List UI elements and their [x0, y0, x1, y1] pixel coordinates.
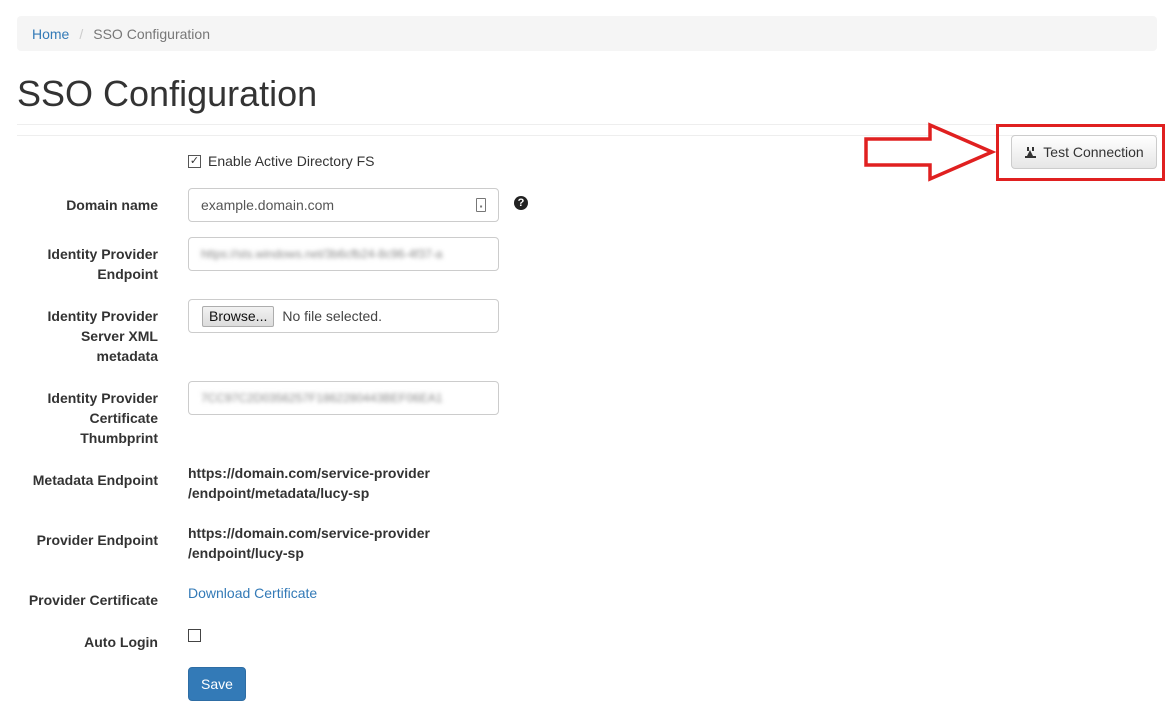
idp-xml-label: Identity Provider Server XML metadata: [8, 306, 158, 366]
breadcrumb-separator: /: [79, 25, 84, 42]
metadata-endpoint-line2: /endpoint/metadata/lucy-sp: [188, 485, 370, 501]
test-connection-label: Test Connection: [1043, 144, 1144, 160]
domain-name-label: Domain name: [66, 197, 158, 213]
question-circle-icon[interactable]: ?: [514, 196, 528, 210]
enable-adfs-label: Enable Active Directory FS: [208, 153, 375, 169]
idp-xml-label-line3: metadata: [96, 348, 158, 364]
auto-login-checkbox[interactable]: [188, 629, 201, 642]
save-button[interactable]: Save: [188, 667, 246, 701]
idp-thumbprint-label-line3: Thumbprint: [80, 430, 158, 446]
provider-endpoint-line2: /endpoint/lucy-sp: [188, 545, 304, 561]
enable-adfs-checkbox[interactable]: ✓: [188, 154, 201, 168]
provider-endpoint-value: https://domain.com/service-provider /end…: [188, 523, 430, 563]
provider-endpoint-label: Provider Endpoint: [36, 532, 158, 548]
idp-thumbprint-label-line1: Identity Provider: [47, 390, 158, 406]
breadcrumb-home-link[interactable]: Home: [32, 26, 69, 42]
no-file-selected-text: No file selected.: [282, 308, 382, 324]
test-connection-button[interactable]: Test Connection: [1011, 135, 1157, 169]
idp-endpoint-label-line1: Identity Provider: [47, 246, 158, 262]
plug-icon: [1024, 146, 1037, 159]
breadcrumb: Home / SSO Configuration: [17, 16, 1157, 51]
metadata-endpoint-line1: https://domain.com/service-provider: [188, 465, 430, 481]
idp-endpoint-label-line2: Endpoint: [97, 266, 158, 282]
contact-card-icon: ▪: [476, 198, 486, 212]
browse-button[interactable]: Browse...: [202, 305, 275, 327]
auto-login-label: Auto Login: [84, 634, 158, 650]
annotation-arrow-icon: [864, 122, 997, 182]
idp-thumbprint-input[interactable]: 7CC97C2D0356257F1862280443BEF06EA1: [188, 381, 499, 415]
idp-endpoint-value: https://sts.windows.net/3b6cfb24-8c96-4f…: [201, 247, 443, 261]
enable-adfs-row[interactable]: ✓ Enable Active Directory FS: [188, 153, 375, 169]
idp-xml-file-input: Browse... No file selected.: [188, 299, 499, 333]
domain-name-placeholder: example.domain.com: [201, 197, 335, 213]
domain-name-input[interactable]: example.domain.com ▪: [188, 188, 499, 222]
idp-thumbprint-value: 7CC97C2D0356257F1862280443BEF06EA1: [201, 391, 443, 405]
metadata-endpoint-value: https://domain.com/service-provider /end…: [188, 463, 430, 503]
idp-endpoint-input[interactable]: https://sts.windows.net/3b6cfb24-8c96-4f…: [188, 237, 499, 271]
metadata-endpoint-label: Metadata Endpoint: [32, 472, 158, 488]
provider-endpoint-line1: https://domain.com/service-provider: [188, 525, 430, 541]
page-title: SSO Configuration: [17, 73, 318, 114]
breadcrumb-current: SSO Configuration: [93, 25, 210, 42]
provider-certificate-label: Provider Certificate: [28, 592, 158, 608]
idp-xml-label-line1: Identity Provider: [47, 308, 158, 324]
idp-thumbprint-label-line2: Certificate: [89, 410, 158, 426]
idp-xml-label-line2: Server XML: [80, 328, 158, 344]
idp-endpoint-label: Identity Provider Endpoint: [8, 244, 158, 284]
idp-thumbprint-label: Identity Provider Certificate Thumbprint: [8, 388, 158, 448]
download-certificate-link[interactable]: Download Certificate: [188, 583, 317, 603]
